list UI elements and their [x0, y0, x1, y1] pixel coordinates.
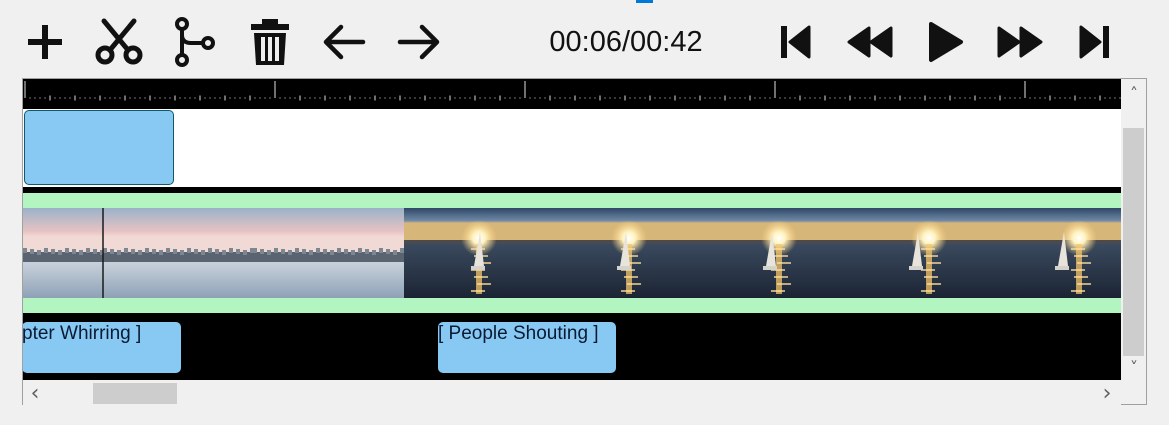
video-track-border-bottom	[23, 298, 1121, 313]
scroll-left-icon[interactable]: ‹	[25, 381, 45, 406]
arrow-left-icon	[323, 24, 366, 60]
scroll-right-icon[interactable]: ›	[1097, 381, 1117, 406]
redo-button[interactable]	[395, 14, 443, 70]
video-thumbnail	[23, 208, 104, 298]
video-thumbnail	[704, 208, 854, 298]
skip-forward-icon	[1079, 25, 1109, 59]
horizontal-scrollbar[interactable]	[23, 380, 1121, 405]
subtitle-track[interactable]: pter Whirring ] [ People Shouting ]	[23, 313, 1121, 380]
horizontal-scroll-thumb[interactable]	[93, 383, 177, 404]
video-editor-window: 00:06/00:42 pter Whirring] [People Sho…	[0, 0, 1169, 425]
go-to-end-button[interactable]	[1076, 14, 1114, 70]
branch-icon	[175, 17, 215, 67]
video-thumbnails	[23, 208, 1121, 298]
time-ruler[interactable]	[23, 79, 1121, 109]
scroll-down-icon[interactable]: ˅	[1124, 357, 1144, 377]
video-thumbnail	[103, 208, 254, 298]
rewind-button[interactable]	[844, 14, 896, 70]
plus-icon	[28, 25, 62, 59]
focus-accent	[636, 0, 653, 3]
rewind-icon	[847, 26, 893, 58]
video-thumbnail	[404, 208, 554, 298]
timecode-display: 00:06/00:42	[549, 25, 703, 58]
split-button[interactable]	[170, 14, 218, 70]
play-icon	[929, 22, 963, 62]
play-button[interactable]	[924, 14, 966, 70]
skip-back-icon	[781, 25, 811, 59]
trash-icon	[251, 19, 289, 65]
video-track[interactable]	[23, 208, 1121, 298]
arrow-right-icon	[397, 24, 440, 60]
audio-track[interactable]	[23, 109, 1121, 187]
video-thumbnail	[854, 208, 1004, 298]
subtitle-text: pter Whirring ]	[23, 323, 142, 344]
video-thumbnail	[1004, 208, 1121, 298]
undo-button[interactable]	[320, 14, 368, 70]
scissors-icon	[95, 18, 143, 65]
go-to-start-button[interactable]	[776, 14, 814, 70]
cut-button[interactable]	[94, 14, 144, 70]
audio-clip[interactable]	[24, 110, 174, 185]
subtitle-clip[interactable]: pter Whirring ]	[23, 322, 181, 373]
subtitle-text: [ People Shouting ]	[438, 323, 599, 344]
fast-forward-button[interactable]	[994, 14, 1046, 70]
ruler-ticks	[24, 81, 1121, 101]
video-thumbnail	[253, 208, 404, 298]
subtitle-clip[interactable]: [ People Shouting ]	[438, 322, 616, 373]
delete-button[interactable]	[246, 14, 294, 70]
fast-forward-icon	[997, 26, 1043, 58]
scroll-up-icon[interactable]: ˄	[1124, 83, 1144, 103]
video-track-border-top	[23, 193, 1121, 208]
video-thumbnail	[554, 208, 704, 298]
add-button[interactable]	[22, 14, 68, 70]
vertical-scroll-thumb[interactable]	[1123, 128, 1144, 356]
